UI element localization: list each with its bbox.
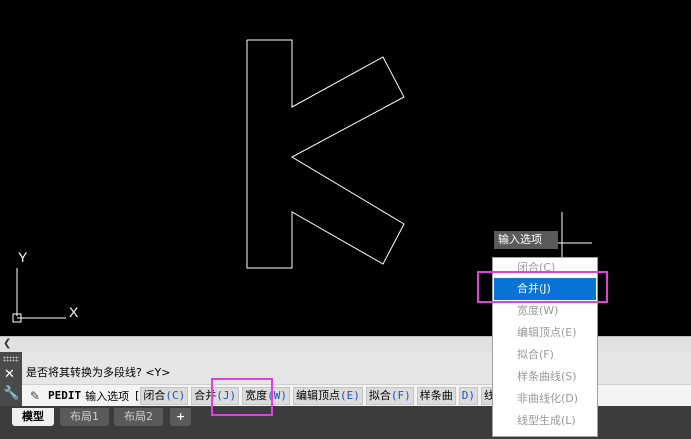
k-polyline[interactable] bbox=[246, 39, 405, 269]
command-option-key: (F) bbox=[390, 388, 411, 402]
command-prompt: 输入选项 bbox=[85, 389, 130, 403]
command-option-key: (E) bbox=[340, 388, 360, 402]
option-menu-item[interactable]: 样条曲线(S) bbox=[494, 366, 596, 388]
layout-tab[interactable]: 布局1 bbox=[60, 408, 109, 426]
highlight-box-menu bbox=[477, 271, 608, 303]
command-option-key: D) bbox=[461, 388, 476, 402]
option-menu-item[interactable]: 宽度(W) bbox=[494, 300, 596, 322]
command-option-button[interactable]: 拟合(F) bbox=[365, 386, 414, 405]
command-option-text: 编辑顶点 bbox=[296, 388, 341, 402]
pencil-icon[interactable]: ✎ bbox=[22, 389, 48, 403]
ucs-y-label: Y bbox=[18, 249, 28, 265]
cursor-tooltip: 输入选项 bbox=[494, 231, 558, 249]
option-bracket: [ bbox=[135, 389, 140, 402]
option-menu-item[interactable]: 编辑顶点(E) bbox=[494, 322, 596, 344]
command-option-button[interactable]: 闭合(C) bbox=[140, 386, 189, 405]
ucs-icon bbox=[12, 268, 66, 323]
command-option-text: 拟合 bbox=[368, 388, 391, 402]
close-icon[interactable]: ✕ bbox=[4, 368, 15, 382]
command-option-text: 样条曲 bbox=[419, 388, 453, 402]
command-sidebar: ✕ 🔧 bbox=[0, 352, 22, 406]
scroll-left-arrow-icon[interactable]: ❮ bbox=[3, 337, 11, 351]
command-option-button[interactable]: D) bbox=[458, 386, 479, 405]
command-option-button[interactable]: 编辑顶点(E) bbox=[293, 386, 363, 405]
option-menu-item[interactable]: 拟合(F) bbox=[494, 344, 596, 366]
option-menu-item[interactable]: 线型生成(L) bbox=[494, 410, 596, 432]
command-history-line: 是否将其转换为多段线? <Y> bbox=[26, 366, 171, 379]
option-menu-item[interactable]: 非曲线化(D) bbox=[494, 388, 596, 410]
drag-grip-icon[interactable] bbox=[3, 356, 19, 362]
command-name: PEDIT bbox=[48, 389, 82, 402]
command-option-button[interactable]: 样条曲 bbox=[416, 386, 456, 405]
add-layout-tab[interactable]: + bbox=[170, 408, 192, 426]
command-option-text: 闭合 bbox=[143, 388, 166, 402]
command-option-key: (C) bbox=[165, 388, 186, 402]
highlight-box-command bbox=[211, 378, 273, 416]
layout-tab[interactable]: 布局2 bbox=[114, 408, 163, 426]
wrench-icon[interactable]: 🔧 bbox=[3, 386, 19, 401]
layout-tab[interactable]: 模型 bbox=[12, 408, 54, 426]
ucs-x-label: X bbox=[69, 304, 79, 320]
